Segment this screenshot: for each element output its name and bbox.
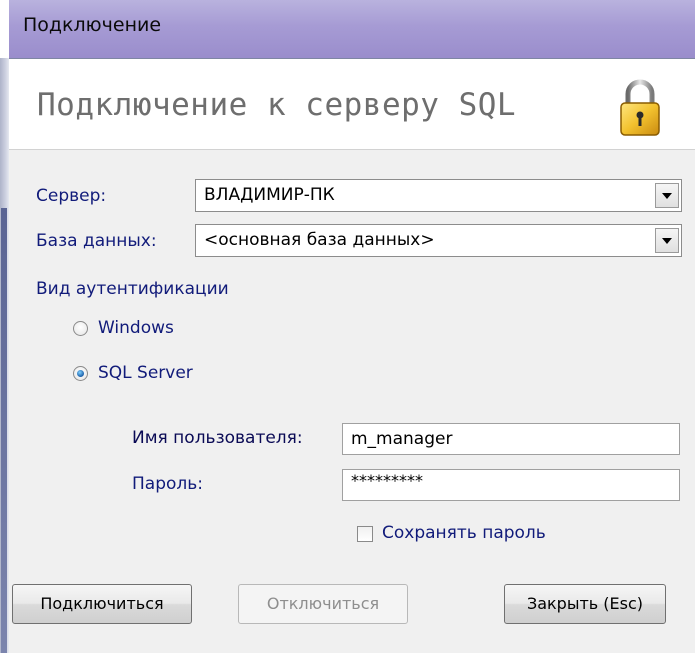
username-label: Имя пользователя: [132, 428, 303, 448]
server-value: ВЛАДИМИР-ПК [204, 185, 335, 205]
window-frame-left [0, 58, 9, 653]
database-value: <основная база данных> [204, 230, 435, 250]
window-frame-shadow [1, 208, 7, 653]
username-value: m_manager [351, 429, 453, 449]
server-label: Сервер: [36, 186, 107, 206]
radio-sql-server[interactable] [73, 366, 88, 381]
username-field[interactable]: m_manager [342, 423, 680, 455]
database-dropdown-button[interactable] [655, 228, 679, 253]
radio-windows[interactable] [73, 321, 88, 336]
radio-windows-label[interactable]: Windows [98, 318, 174, 338]
radio-selected-dot [77, 370, 84, 377]
password-field[interactable]: ********* [342, 469, 680, 501]
password-value: ********* [351, 471, 423, 490]
close-button[interactable]: Закрыть (Esc) [504, 584, 666, 624]
header-divider [9, 149, 695, 150]
server-dropdown-button[interactable] [655, 183, 679, 208]
connect-button[interactable]: Подключиться [12, 584, 192, 624]
save-password-checkbox[interactable] [357, 526, 373, 542]
disconnect-button[interactable]: Отключиться [238, 584, 408, 624]
title-bar[interactable]: Подключение [9, 0, 695, 58]
database-combobox[interactable]: <основная база данных> [195, 224, 682, 257]
window-title: Подключение [23, 14, 162, 36]
server-combobox[interactable]: ВЛАДИМИР-ПК [195, 179, 682, 212]
save-password-label[interactable]: Сохранять пароль [382, 523, 546, 543]
lock-icon [620, 79, 660, 136]
password-label: Пароль: [132, 474, 204, 494]
chevron-down-icon [662, 193, 672, 199]
auth-type-label: Вид аутентификации [36, 279, 229, 299]
radio-sql-server-label[interactable]: SQL Server [98, 363, 193, 383]
dialog-content: Подключение к серверу SQL Сервер: ВЛАДИМ… [9, 58, 695, 653]
database-label: База данных: [36, 231, 157, 251]
dialog-header: Подключение к серверу SQL [9, 59, 695, 149]
header-title: Подключение к серверу SQL [37, 87, 517, 123]
connection-dialog: Подключение Подключение к серверу SQL Се… [0, 0, 695, 653]
chevron-down-icon [662, 238, 672, 244]
